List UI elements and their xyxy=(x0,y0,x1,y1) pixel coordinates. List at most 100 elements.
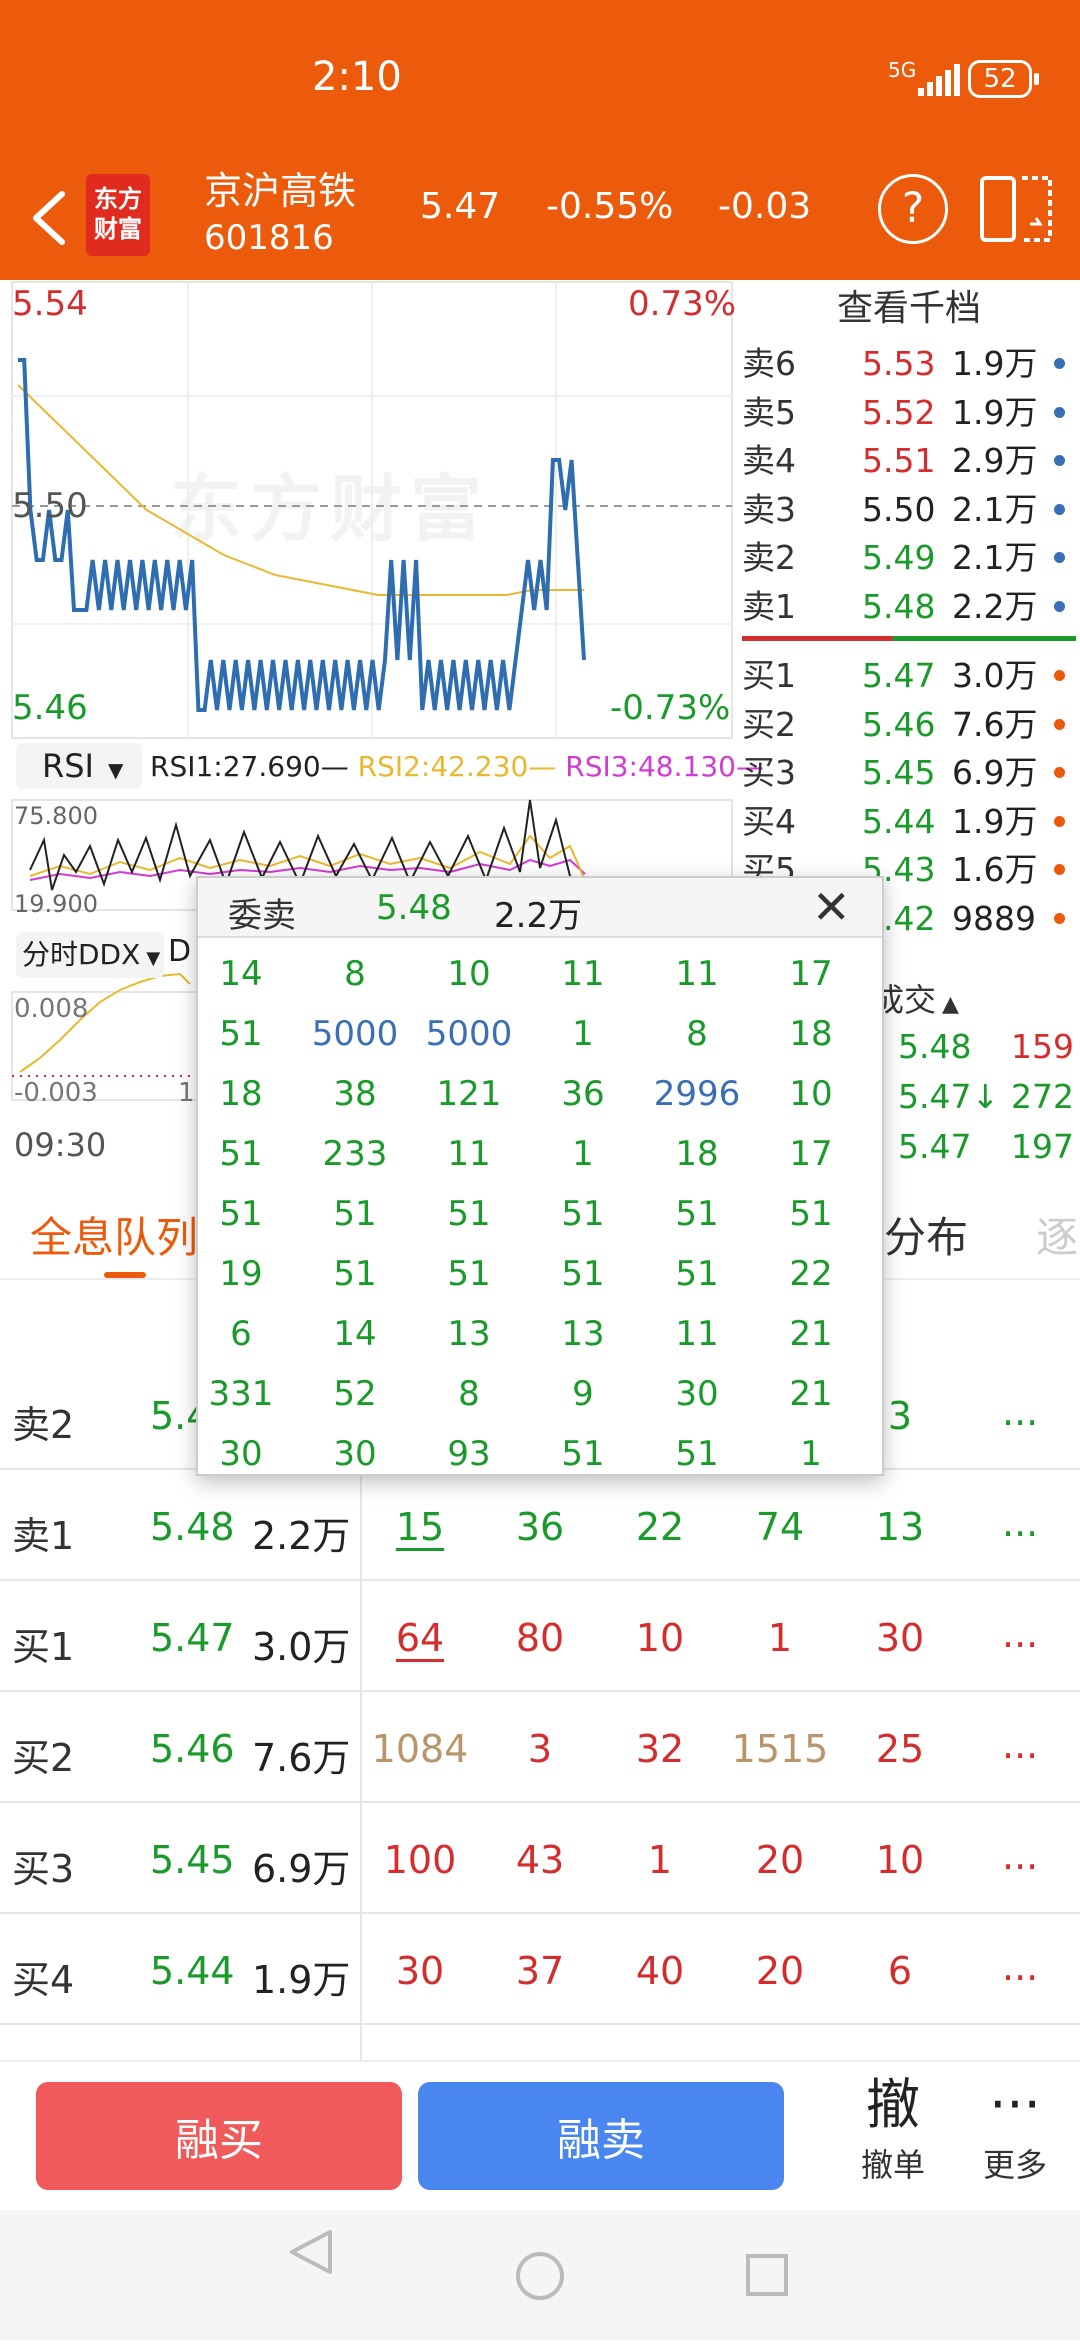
queue-order-cell[interactable]: 100 xyxy=(360,1838,480,1882)
queue-order-cell[interactable]: 43 xyxy=(480,1838,600,1882)
queue-order-cell[interactable]: 36 xyxy=(480,1505,600,1549)
queue-order-cell[interactable]: 37 xyxy=(480,1949,600,1993)
bid-volume: 6.9万 xyxy=(952,753,1038,792)
popup-order-cell: 51 xyxy=(219,1014,263,1054)
ask-price: 5.49 xyxy=(862,538,936,577)
rsi-low-label: 19.900 xyxy=(14,890,98,918)
ddx-high-label: 0.008 xyxy=(14,994,89,1024)
queue-order-cell[interactable]: 40 xyxy=(600,1949,720,1993)
ask-row[interactable]: 卖3 5.50 2.1万 xyxy=(738,486,1080,534)
ask-row[interactable]: 卖5 5.52 1.9万 xyxy=(738,389,1080,437)
queue-order-cell[interactable]: 64 xyxy=(360,1616,480,1660)
popup-order-cell: 6 xyxy=(230,1314,252,1354)
queue-order-cell[interactable]: 30 xyxy=(360,1949,480,1993)
queue-more-button[interactable]: ... xyxy=(1002,1723,1038,1767)
popup-order-cell: 51 xyxy=(675,1434,719,1474)
queue-order-cell[interactable]: 30 xyxy=(840,1616,960,1660)
switch-stock-icon[interactable] xyxy=(978,170,1058,250)
ask-volume: 1.9万 xyxy=(952,344,1038,383)
queue-more-button[interactable]: ... xyxy=(1002,1945,1038,1989)
bid-row[interactable]: 买3 5.45 6.9万 xyxy=(738,749,1080,797)
close-icon[interactable]: ✕ xyxy=(812,884,851,930)
trade-volume: 272 xyxy=(1011,1077,1074,1116)
popup-order-cell: 93 xyxy=(447,1434,491,1474)
ddx-indicator-select[interactable]: 分时DDX ▼ xyxy=(16,932,164,978)
queue-row[interactable]: 买4 5.44 1.9万 30 37 40 20 6... xyxy=(0,1915,1080,2025)
back-arrow-icon[interactable] xyxy=(22,180,82,256)
trade-volume: 197 xyxy=(1011,1127,1074,1166)
queue-row[interactable]: 卖1 5.48 2.2万 15 36 22 74 13... xyxy=(0,1471,1080,1581)
price-low-label: 5.46 xyxy=(12,688,88,728)
queue-more-button[interactable]: ... xyxy=(1002,1390,1038,1434)
queue-order-cell[interactable]: 15 xyxy=(360,1505,480,1549)
margin-sell-button[interactable]: 融卖 xyxy=(418,2082,784,2190)
popup-order-cell: 13 xyxy=(561,1314,605,1354)
queue-price: 5.45 xyxy=(150,1838,235,1882)
queue-more-button[interactable]: ... xyxy=(1002,1612,1038,1656)
nav-home-icon[interactable] xyxy=(516,2252,564,2300)
trade-price: 5.47↓ xyxy=(898,1077,1000,1116)
queue-order-cell[interactable]: 1 xyxy=(720,1616,840,1660)
order-book: 查看千档 卖6 5.53 1.9万 卖5 5.52 1.9万 卖4 5.51 2.9万 卖3 5.5… xyxy=(738,280,1080,970)
queue-more-button[interactable]: ... xyxy=(1002,1501,1038,1545)
popup-volume: 2.2万 xyxy=(494,896,583,936)
queue-order-cell[interactable]: 10 xyxy=(600,1616,720,1660)
ask-dot-icon xyxy=(1054,358,1065,369)
ask-price: 5.52 xyxy=(862,392,936,432)
queue-order-cell[interactable]: 25 xyxy=(840,1727,960,1771)
queue-order-cell[interactable]: 1084 xyxy=(360,1727,480,1771)
ask-row[interactable]: 卖1 5.48 2.2万 xyxy=(738,583,1080,631)
queue-order-cell[interactable]: 32 xyxy=(600,1727,720,1771)
tab-distribution[interactable]: 分布 xyxy=(884,1204,968,1265)
queue-order-cell[interactable]: 3 xyxy=(480,1727,600,1771)
bid-row[interactable]: 买4 5.44 1.9万 xyxy=(738,798,1080,846)
queue-row[interactable]: 买3 5.45 6.9万 100 43 1 20 10... xyxy=(0,1804,1080,1914)
popup-order-cell: 38 xyxy=(333,1074,377,1114)
ask-row[interactable]: 卖4 5.51 2.9万 xyxy=(738,437,1080,485)
ask-volume: 2.1万 xyxy=(952,538,1038,577)
ask-volume: 2.2万 xyxy=(952,586,1038,626)
popup-order-cell: 14 xyxy=(333,1314,377,1354)
tab-next[interactable]: 逐 xyxy=(1036,1204,1078,1265)
popup-order-cell: 1 xyxy=(572,1134,594,1174)
queue-price: 5.48 xyxy=(150,1505,235,1549)
ask-row[interactable]: 卖6 5.53 1.9万 xyxy=(738,340,1080,388)
queue-order-cell[interactable]: 13 xyxy=(840,1505,960,1549)
popup-order-cell: 30 xyxy=(219,1434,263,1474)
bid-dot-icon xyxy=(1054,864,1065,875)
queue-order-cell[interactable]: 1 xyxy=(600,1838,720,1882)
popup-order-cell: 14 xyxy=(219,954,263,994)
bid-row[interactable]: 买2 5.46 7.6万 xyxy=(738,701,1080,749)
bid-price: 5.47 xyxy=(862,656,936,695)
popup-order-cell: 13 xyxy=(447,1314,491,1354)
queue-order-cell[interactable]: 6 xyxy=(840,1949,960,1993)
popup-order-cell: 17 xyxy=(789,1134,833,1174)
queue-order-cell[interactable]: 80 xyxy=(480,1616,600,1660)
status-time: 2:10 xyxy=(312,54,402,100)
rsi-indicator-select[interactable]: RSI ▼ xyxy=(16,743,142,789)
cancel-order-button[interactable]: 撤 撤单 xyxy=(838,2070,948,2200)
queue-row[interactable]: 买2 5.46 7.6万 1084 3 32 1515 25... xyxy=(0,1693,1080,1803)
bid-label: 买3 xyxy=(742,753,796,792)
view-1000-levels-button[interactable]: 查看千档 xyxy=(738,280,1080,338)
more-button[interactable]: ··· 更多 xyxy=(960,2070,1070,2200)
queue-order-cell[interactable]: 1515 xyxy=(720,1727,840,1771)
nav-back-icon[interactable] xyxy=(290,2230,332,2274)
queue-order-cell[interactable]: 20 xyxy=(720,1838,840,1882)
ask-price: 5.51 xyxy=(862,441,936,480)
stock-price: 5.47 xyxy=(420,186,501,227)
nav-recents-icon[interactable] xyxy=(746,2254,788,2296)
trade-volume: 159 xyxy=(1011,1027,1074,1066)
stock-name: 京沪高铁 xyxy=(204,169,357,213)
help-icon[interactable]: ? xyxy=(878,174,948,244)
queue-order-cell[interactable]: 20 xyxy=(720,1949,840,1993)
ask-row[interactable]: 卖2 5.49 2.1万 xyxy=(738,534,1080,582)
queue-order-cell[interactable]: 22 xyxy=(600,1505,720,1549)
queue-more-button[interactable]: ... xyxy=(1002,1834,1038,1878)
margin-buy-button[interactable]: 融买 xyxy=(36,2082,402,2190)
bid-row[interactable]: 买1 5.47 3.0万 xyxy=(738,652,1080,700)
queue-order-cell[interactable]: 74 xyxy=(720,1505,840,1549)
queue-row[interactable]: 买1 5.47 3.0万 64 80 10 1 30... xyxy=(0,1582,1080,1692)
queue-order-cell[interactable]: 10 xyxy=(840,1838,960,1882)
tab-full-queue[interactable]: 全息队列 xyxy=(30,1204,198,1265)
